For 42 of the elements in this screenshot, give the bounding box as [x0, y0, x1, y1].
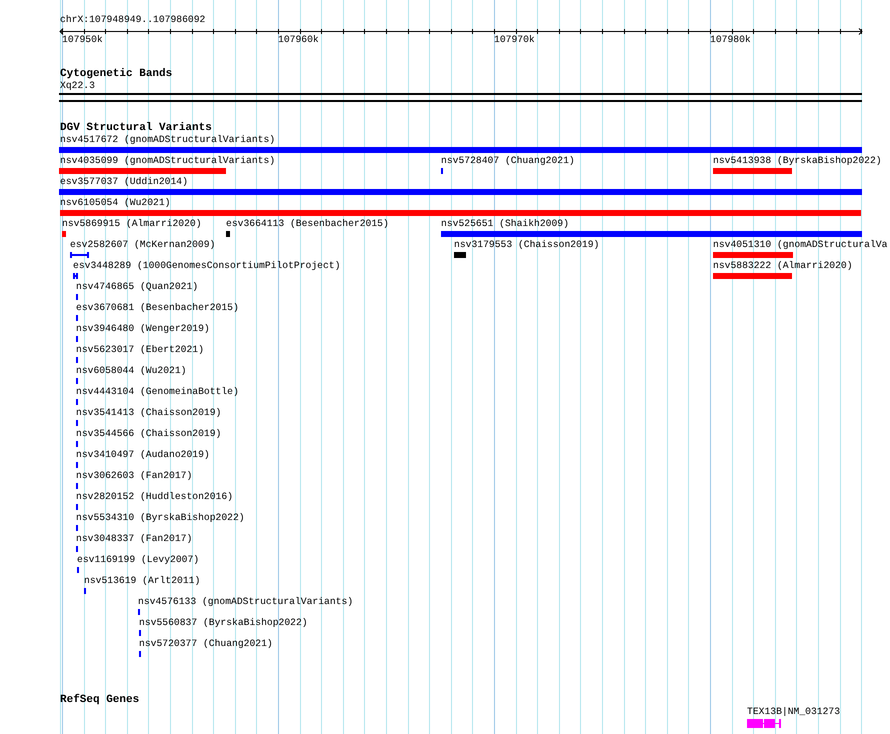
feature-label: esv1169199 (Levy2007) — [77, 554, 200, 566]
feature-label: nsv513619 (Arlt2011) — [84, 575, 200, 587]
track-title: DGV Structural Variants — [59, 122, 213, 134]
feature-label: nsv5623017 (Ebert2021) — [76, 344, 204, 356]
feature-label: nsv5560837 (ByrskaBishop2022) — [139, 617, 308, 629]
tick-label: 107960k — [278, 34, 319, 46]
feature-label: nsv2820152 (Huddleston2016) — [76, 491, 233, 503]
feature-label: esv3664113 (Besenbacher2015) — [226, 218, 389, 230]
band-label: Xq22.3 — [59, 80, 96, 92]
feature-label: nsv3062603 (Fan2017) — [76, 470, 192, 482]
feature-label: esv3448289 (1000GenomesConsortiumPilotProject) — [73, 260, 340, 272]
feature-label: nsv4035099 (gnomADStructuralVariants) — [60, 155, 276, 167]
feature-label: nsv3410497 (Audano2019) — [76, 449, 210, 461]
feature-label: nsv3946480 (Wenger2019) — [76, 323, 210, 335]
feature-label: esv3670681 (Besenbacher2015) — [76, 302, 239, 314]
feature-label: nsv5883222 (Almarri2020) — [713, 260, 853, 272]
feature-label: nsv4576133 (gnomADStructuralVariants) — [138, 596, 354, 608]
feature-label: nsv4517672 (gnomADStructuralVariants) — [60, 134, 276, 146]
location-label: chrX:107948949..107986092 — [60, 14, 206, 26]
feature-label: nsv5413938 (ByrskaBishop2022) — [713, 155, 882, 167]
track-title: RefSeq Genes — [59, 694, 140, 706]
feature-label: nsv3179553 (Chaisson2019) — [454, 239, 600, 251]
feature-label: nsv3544566 (Chaisson2019) — [76, 428, 222, 440]
feature-label: nsv4051310 (gnomADStructuralVa — [713, 239, 888, 251]
feature-label: nsv5728407 (Chuang2021) — [441, 155, 575, 167]
feature-label: nsv5534310 (ByrskaBishop2022) — [76, 512, 245, 524]
tick-label: 107950k — [62, 34, 103, 46]
feature-label: nsv5869915 (Almarri2020) — [62, 218, 202, 230]
tick-label: 107980k — [710, 34, 751, 46]
feature-label: nsv5720377 (Chuang2021) — [139, 638, 273, 650]
feature-label: nsv6105054 (Wu2021) — [60, 197, 170, 209]
feature-label: esv3577037 (Uddin2014) — [60, 176, 188, 188]
feature-label: nsv4746865 (Quan2021) — [76, 281, 198, 293]
feature-label: nsv3048337 (Fan2017) — [76, 533, 192, 545]
feature-label: nsv3541413 (Chaisson2019) — [76, 407, 222, 419]
feature-label: nsv6058044 (Wu2021) — [76, 365, 186, 377]
feature-label: esv2582607 (McKernan2009) — [70, 239, 216, 251]
gene-label: TEX13B|NM_031273 — [747, 706, 840, 718]
tick-label: 107970k — [494, 34, 535, 46]
feature-label: nsv525651 (Shaikh2009) — [441, 218, 569, 230]
track-title: Cytogenetic Bands — [59, 68, 174, 80]
feature-label: nsv4443104 (GenomeinaBottle) — [76, 386, 239, 398]
